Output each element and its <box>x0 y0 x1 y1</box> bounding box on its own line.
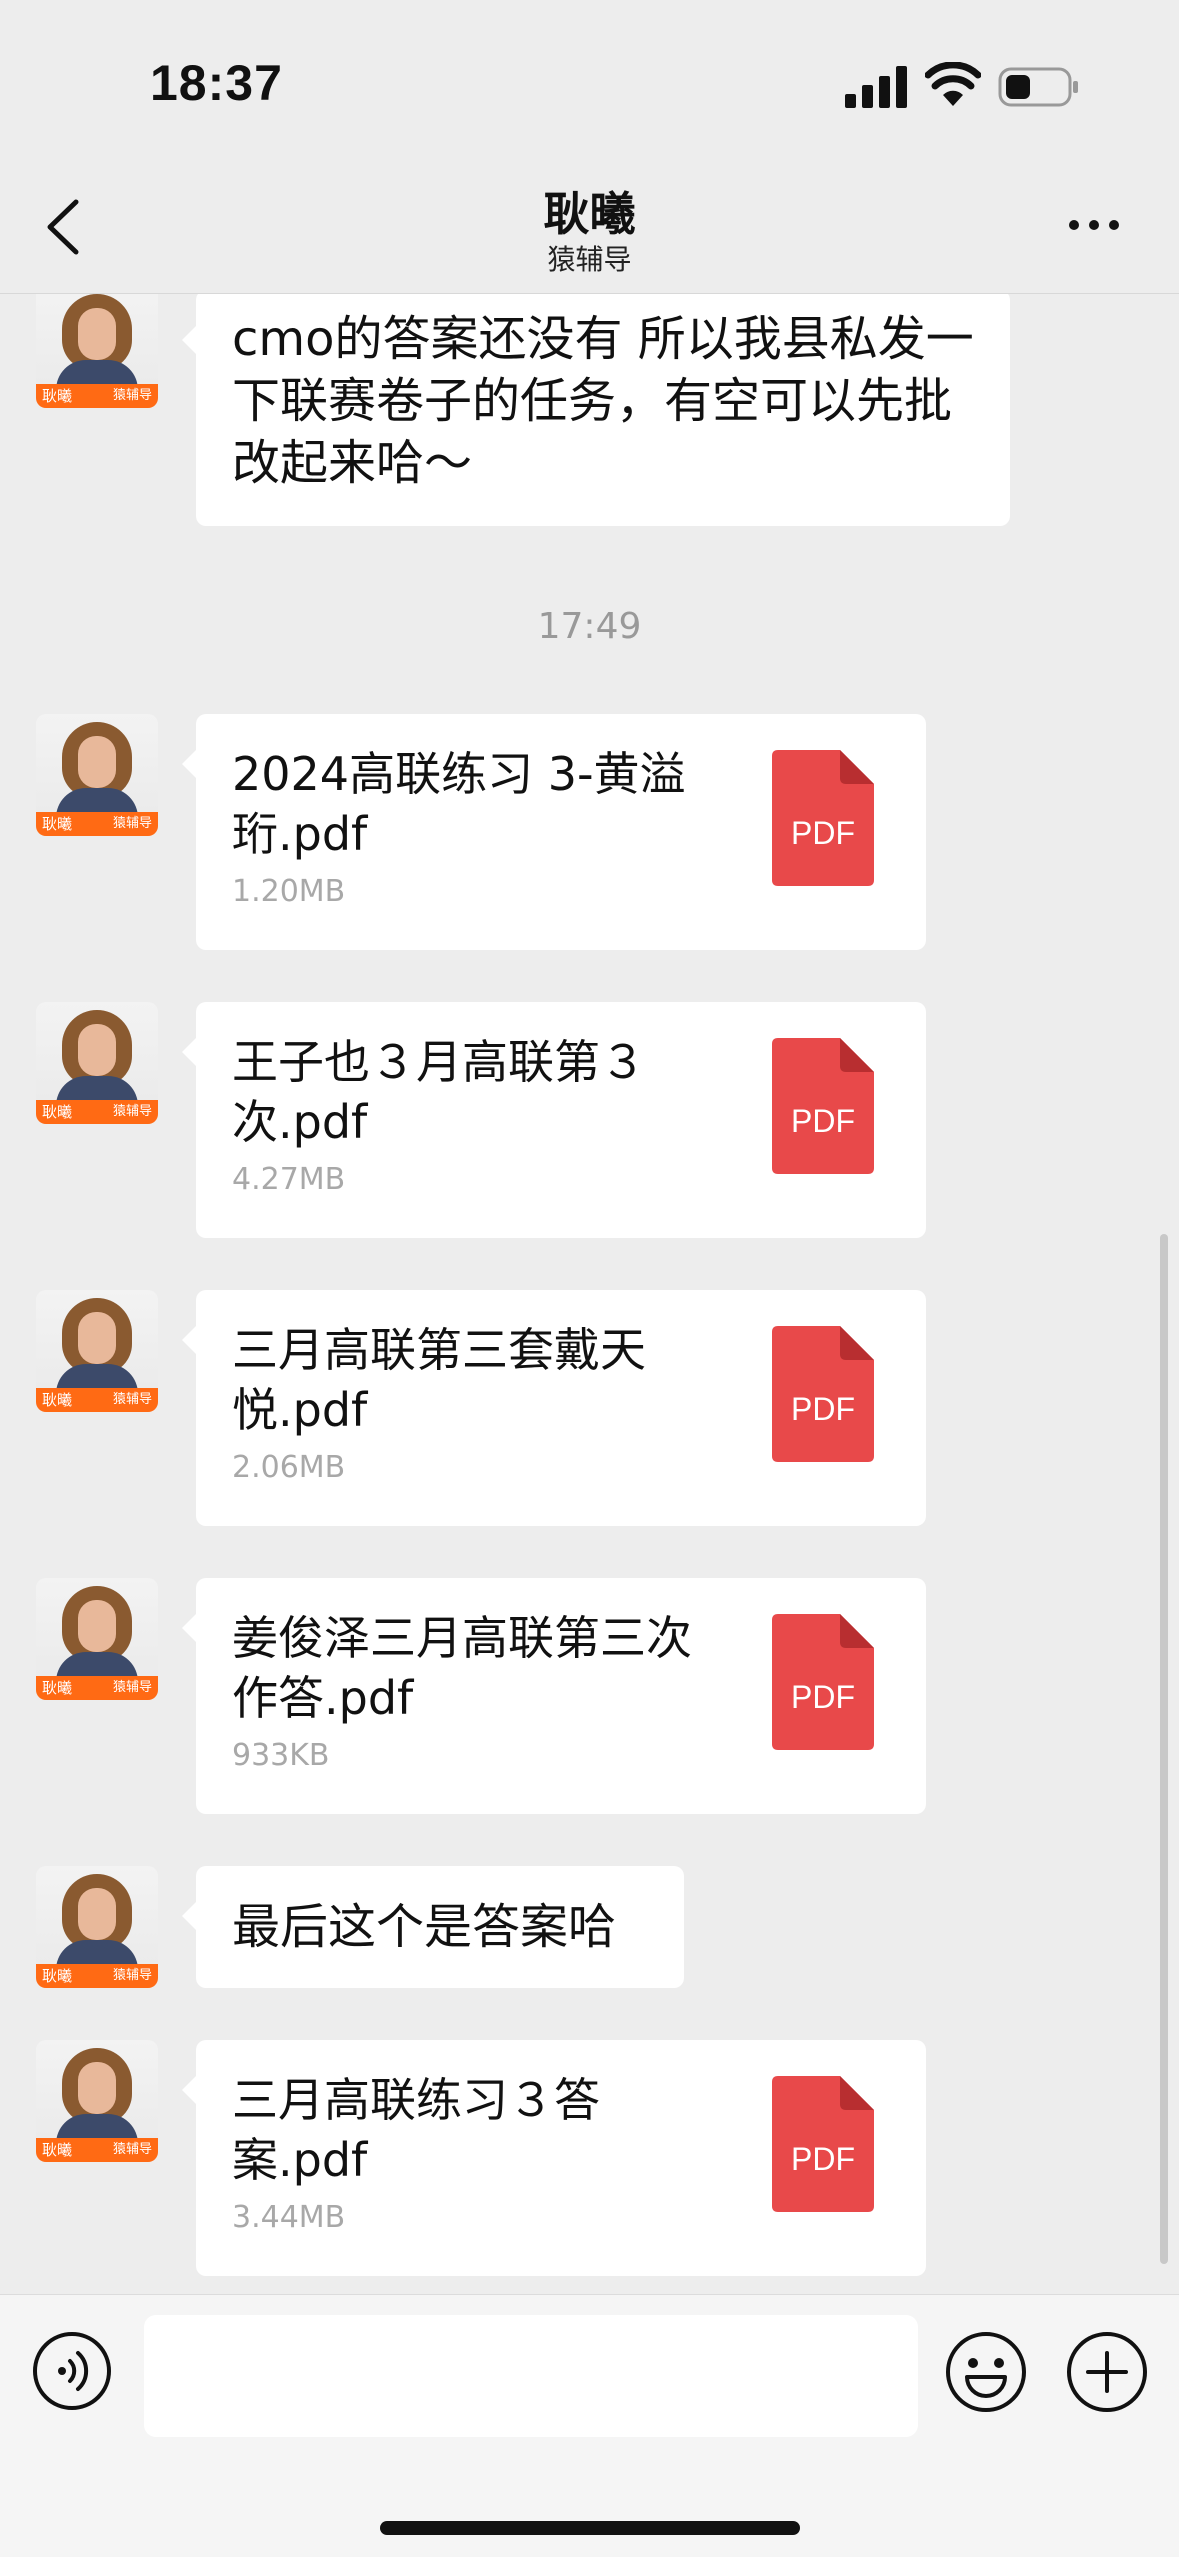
file-size: 2.06MB <box>232 1450 346 1485</box>
file-name: 三月高联第三套戴天悦.pdf <box>232 1323 646 1437</box>
voice-input-icon[interactable] <box>32 2331 112 2411</box>
avatar[interactable]: 耿曦 猿辅导 <box>36 1290 158 1412</box>
pdf-file-icon: PDF <box>772 1038 874 1174</box>
file-message-bubble[interactable]: 三月高联第三套戴天悦.pdf 2.06MB PDF <box>182 1290 926 1526</box>
svg-text:PDF: PDF <box>791 2141 855 2177</box>
pdf-file-icon: PDF <box>772 750 874 886</box>
status-bar: 18:37 <box>0 0 1179 160</box>
file-size: 3.44MB <box>232 2200 346 2235</box>
nav-bar: 耿曦 猿辅导 <box>0 160 1179 294</box>
file-name: 王子也３月高联第３次.pdf <box>232 1035 646 1149</box>
file-size: 1.20MB <box>232 874 346 909</box>
avatar[interactable]: 耿曦 猿辅导 <box>36 1866 158 1988</box>
pdf-file-icon: PDF <box>772 1326 874 1462</box>
chat-subtitle: 猿辅导 <box>547 243 632 276</box>
file-message-bubble[interactable]: 三月高联练习３答案.pdf 3.44MB PDF <box>182 2040 926 2276</box>
svg-text:PDF: PDF <box>791 1679 855 1715</box>
emoji-icon[interactable] <box>945 2331 1027 2413</box>
file-size: 933KB <box>232 1738 330 1773</box>
message-input[interactable] <box>144 2315 918 2437</box>
text-message-bubble[interactable]: cmo的答案还没有 所以我县私发一下联赛卷子的任务，有空可以先批改起来哈～ <box>182 294 1010 526</box>
file-message-bubble[interactable]: 王子也３月高联第３次.pdf 4.27MB PDF <box>182 1002 926 1238</box>
svg-text:PDF: PDF <box>791 815 855 851</box>
svg-text:PDF: PDF <box>791 1103 855 1139</box>
file-name: 姜俊泽三月高联第三次作答.pdf <box>232 1611 692 1725</box>
add-more-icon[interactable] <box>1066 2331 1148 2413</box>
file-name: 2024高联练习 3-黄溢珩.pdf <box>232 747 686 861</box>
file-message-bubble[interactable]: 姜俊泽三月高联第三次作答.pdf 933KB PDF <box>182 1578 926 1814</box>
time-divider: 17:49 <box>537 606 642 647</box>
avatar[interactable]: 耿曦 猿辅导 <box>36 294 158 408</box>
avatar[interactable]: 耿曦 猿辅导 <box>36 714 158 836</box>
pdf-file-icon: PDF <box>772 1614 874 1750</box>
scrollbar[interactable] <box>1160 1234 1168 2264</box>
file-message-bubble[interactable]: 2024高联练习 3-黄溢珩.pdf 1.20MB PDF <box>182 714 926 950</box>
message-text: 最后这个是答案哈 <box>232 1899 617 1955</box>
more-options-icon[interactable] <box>1066 210 1122 240</box>
cellular-signal-icon <box>845 66 907 108</box>
message-text: cmo的答案还没有 所以我县私发一下联赛卷子的任务，有空可以先批改起来哈～ <box>232 311 974 491</box>
file-size: 4.27MB <box>232 1162 346 1197</box>
pdf-file-icon: PDF <box>772 2076 874 2212</box>
avatar[interactable]: 耿曦 猿辅导 <box>36 1002 158 1124</box>
chat-title: 耿曦 <box>543 187 636 241</box>
file-name: 三月高联练习３答案.pdf <box>232 2073 600 2187</box>
input-bar <box>0 2294 1179 2557</box>
avatar[interactable]: 耿曦 猿辅导 <box>36 2040 158 2162</box>
wifi-icon <box>925 62 981 106</box>
avatar[interactable]: 耿曦 猿辅导 <box>36 1578 158 1700</box>
chat-message-list[interactable]: 耿曦 猿辅导 cmo的答案还没有 所以我县私发一下联赛卷子的任务，有空可以先批改起… <box>0 294 1179 2294</box>
text-message-bubble[interactable]: 最后这个是答案哈 <box>182 1866 684 1988</box>
home-indicator[interactable] <box>380 2521 800 2535</box>
status-time: 18:37 <box>150 55 283 111</box>
svg-text:PDF: PDF <box>791 1391 855 1427</box>
battery-icon <box>998 67 1078 107</box>
